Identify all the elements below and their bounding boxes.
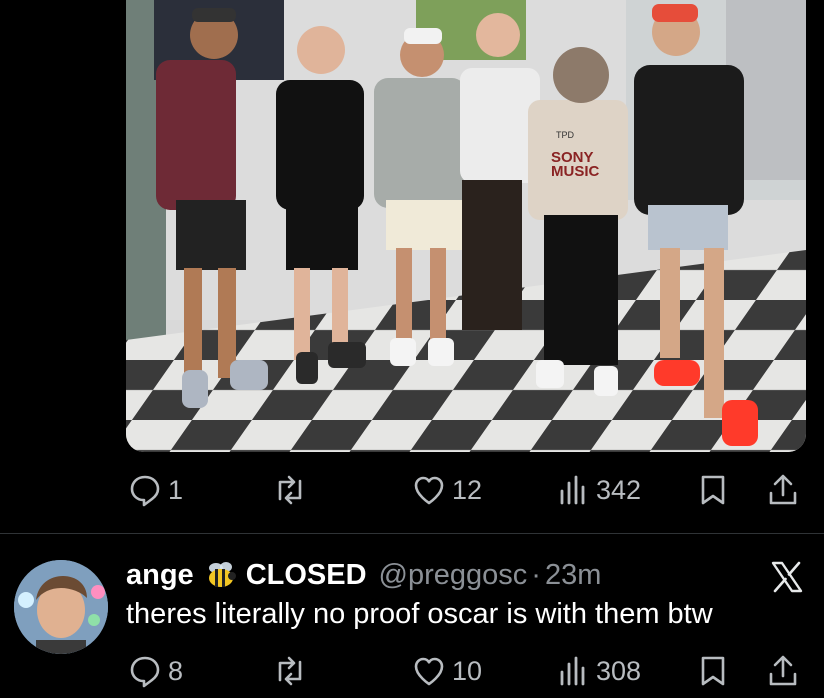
separator-dot: ·	[531, 558, 541, 591]
reply-icon	[130, 656, 160, 688]
view-count: 308	[596, 655, 642, 686]
display-name-flair: CLOSED	[245, 558, 367, 591]
like-button[interactable]: 12	[412, 470, 482, 510]
repost-button[interactable]	[272, 651, 314, 691]
reply-icon	[130, 475, 160, 507]
view-count: 342	[596, 474, 642, 505]
bookmark-icon	[701, 475, 725, 505]
x-logo-icon[interactable]	[770, 560, 804, 594]
reply-count: 1	[168, 474, 184, 505]
divider	[0, 533, 824, 534]
reply-action-bar: 8 10 308	[126, 651, 806, 691]
like-button[interactable]: 10	[412, 651, 482, 691]
shirt-text-music: MUSIC	[551, 163, 600, 180]
bee-emoji-icon	[204, 558, 238, 592]
views-button[interactable]: 308	[556, 651, 641, 691]
views-icon	[560, 475, 585, 505]
reply-header: ange CLOSED @preggosc · 23m	[126, 555, 601, 595]
like-icon	[414, 657, 444, 686]
like-count: 10	[452, 655, 483, 686]
views-icon	[560, 656, 585, 686]
share-icon	[769, 655, 797, 686]
sign-text: TPD	[556, 130, 575, 140]
timestamp[interactable]: 23m	[545, 559, 601, 592]
reply-button[interactable]: 1	[128, 470, 183, 510]
post-photo[interactable]: SONY MUSIC TPD	[126, 0, 806, 452]
repost-button[interactable]	[272, 470, 314, 510]
reply-text: theres literally no proof oscar is with …	[126, 598, 713, 630]
bookmark-button[interactable]	[698, 470, 728, 510]
avatar[interactable]	[14, 560, 108, 654]
share-button[interactable]	[766, 651, 800, 691]
bookmark-button[interactable]	[698, 651, 728, 691]
post-action-bar: 1 12 342	[126, 470, 806, 510]
bookmark-icon	[701, 656, 725, 686]
user-handle[interactable]: @preggosc	[379, 559, 528, 592]
views-button[interactable]: 342	[556, 470, 641, 510]
repost-icon	[278, 475, 302, 505]
reply-count: 8	[168, 655, 184, 686]
display-name[interactable]: ange	[126, 559, 194, 592]
like-count: 12	[452, 474, 483, 505]
share-button[interactable]	[766, 470, 800, 510]
reply-button[interactable]: 8	[128, 651, 183, 691]
like-icon	[414, 476, 444, 505]
share-icon	[769, 474, 797, 505]
repost-icon	[278, 656, 302, 686]
